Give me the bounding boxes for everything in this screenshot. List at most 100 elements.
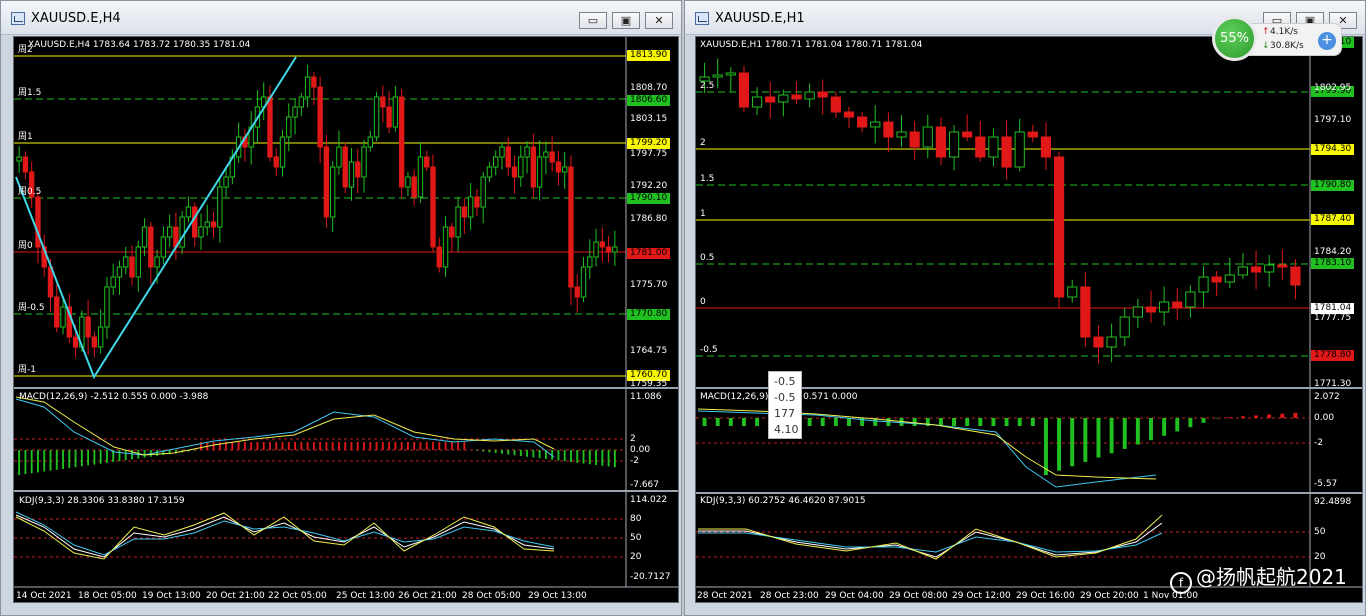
restore-button[interactable]: ▣ xyxy=(612,12,640,29)
candle-body xyxy=(424,156,430,168)
candle-body xyxy=(791,94,802,100)
candle-body xyxy=(342,146,348,188)
candle-body xyxy=(493,156,499,168)
candle-body xyxy=(1080,286,1091,338)
candle-body xyxy=(210,221,217,228)
candle-body xyxy=(909,131,920,148)
candle-body xyxy=(738,72,750,108)
main-info: XAUUSD.E,H1 1780.71 1781.04 1780.71 1781… xyxy=(700,40,923,50)
candle-body xyxy=(830,96,841,113)
macd-axis-label: -2 xyxy=(630,456,639,466)
candle-body xyxy=(380,96,386,108)
candle-body xyxy=(392,96,399,128)
upload-speed: 4.1K/s xyxy=(1270,27,1298,37)
plus-icon[interactable]: + xyxy=(1318,32,1336,50)
candle-body xyxy=(192,206,198,238)
right-chart-window[interactable]: XAUUSD.E,H1 ▭ ▣ ✕ XAUUSD.E,H1 1780.71 17… xyxy=(684,0,1366,616)
candle-body xyxy=(988,136,999,158)
candle-body xyxy=(1250,266,1262,273)
time-axis-label: 14 Oct 2021 xyxy=(16,591,72,601)
candle-body xyxy=(298,96,305,108)
candle-body xyxy=(329,166,336,218)
price-axis-label: 1797.10 xyxy=(1314,115,1352,125)
left-chart-area[interactable]: XAUUSD.E,H4 1783.64 1783.72 1780.35 1781… xyxy=(13,36,680,604)
candle-body xyxy=(72,336,79,348)
candle-body xyxy=(511,166,518,178)
usage-gauge[interactable]: 55% xyxy=(1212,16,1257,61)
fib-level-label: 周1 xyxy=(18,132,33,142)
candle-body xyxy=(1053,156,1065,298)
candle-body xyxy=(605,246,612,253)
candle-body xyxy=(1224,274,1235,283)
watermark-logo-icon: f xyxy=(1170,572,1192,594)
right-chart-canvas[interactable] xyxy=(696,37,1364,604)
price-tag: 1783.10 xyxy=(1311,258,1355,269)
main-macd-separator[interactable] xyxy=(14,387,678,389)
network-speed-widget[interactable]: 55% ↑ 4.1K/s ↓ 30.8K/s + xyxy=(1212,16,1342,61)
download-arrow-icon: ↓ xyxy=(1262,41,1270,51)
fib-value: -0.5 xyxy=(27,303,45,313)
fib-value: 0 xyxy=(27,241,33,251)
candle-body xyxy=(1264,264,1275,273)
candle-body xyxy=(348,161,355,188)
macd-kdj-separator[interactable] xyxy=(696,492,1362,494)
time-axis-label: 28 Oct 23:00 xyxy=(760,591,819,601)
fib-level-label: 0 xyxy=(700,297,706,307)
price-tag: 1778.80 xyxy=(1311,350,1355,361)
price-axis-label: 1771.30 xyxy=(1314,379,1352,389)
time-axis-label: 29 Oct 12:00 xyxy=(952,591,1011,601)
candle-body xyxy=(141,226,148,248)
fib-level-label: 周1.5 xyxy=(18,88,41,98)
kdj-axis-label: 50 xyxy=(630,533,642,543)
time-axis-label: 29 Oct 13:00 xyxy=(528,591,587,601)
candle-body xyxy=(267,96,273,158)
tooltip-line: -0.5 xyxy=(774,375,796,388)
candle-body xyxy=(778,94,789,103)
candle-body xyxy=(85,316,91,338)
price-tag: 1790.80 xyxy=(1311,180,1355,191)
candle-body xyxy=(524,146,530,158)
macd-axis-label: -5.57 xyxy=(1314,479,1338,489)
macd-kdj-separator[interactable] xyxy=(14,490,678,492)
right-chart-area[interactable]: XAUUSD.E,H1 1780.71 1781.04 1780.71 1781… xyxy=(695,36,1364,604)
fib-value: -1 xyxy=(27,365,36,375)
close-button[interactable]: ✕ xyxy=(645,12,673,29)
macd-axis-label: 2.072 xyxy=(1314,392,1340,402)
price-axis-label: 1784.20 xyxy=(1314,247,1352,257)
candle-body xyxy=(417,156,424,198)
candle-body xyxy=(480,176,486,208)
left-window-title: XAUUSD.E,H4 xyxy=(31,11,121,26)
candle-body xyxy=(116,266,123,278)
candle-body xyxy=(599,241,606,248)
candle-body xyxy=(279,136,286,168)
price-tag: 1781.00 xyxy=(627,248,671,259)
time-axis-label: 25 Oct 13:00 xyxy=(336,591,395,601)
price-tag: 1813.90 xyxy=(627,50,671,61)
left-titlebar[interactable]: XAUUSD.E,H4 ▭ ▣ ✕ xyxy=(1,1,681,35)
left-chart-window[interactable]: XAUUSD.E,H4 ▭ ▣ ✕ XAUUSD.E,H4 1783.64 17… xyxy=(0,0,682,616)
candle-body xyxy=(455,206,461,238)
candle-body xyxy=(97,326,104,348)
time-axis-label: 22 Oct 05:00 xyxy=(268,591,327,601)
candle-body xyxy=(1132,306,1143,318)
fib-prefix: 周 xyxy=(18,365,28,375)
candle-body xyxy=(1198,276,1209,293)
main-info: XAUUSD.E,H4 1783.64 1783.72 1780.35 1781… xyxy=(28,40,251,50)
price-axis-label: 1775.70 xyxy=(630,280,668,290)
macd-axis-label: 11.086 xyxy=(630,392,662,402)
price-axis-label: 1808.70 xyxy=(630,83,668,93)
candle-body xyxy=(367,136,373,148)
candle-body xyxy=(751,96,763,108)
candle-body xyxy=(804,91,815,100)
macd-info: MACD(12,26,9) -2.512 0.555 0.000 -3.988 xyxy=(19,392,209,402)
candle-body xyxy=(1067,286,1078,298)
candle-body xyxy=(442,226,449,268)
left-chart-canvas[interactable] xyxy=(14,37,680,604)
candle-body xyxy=(204,221,210,228)
candle-body xyxy=(198,226,204,238)
candle-body xyxy=(166,226,173,238)
macd-axis-label: 0.00 xyxy=(630,445,651,455)
candle-body xyxy=(883,121,894,138)
candle-body xyxy=(373,96,380,138)
minimize-button[interactable]: ▭ xyxy=(579,12,607,29)
